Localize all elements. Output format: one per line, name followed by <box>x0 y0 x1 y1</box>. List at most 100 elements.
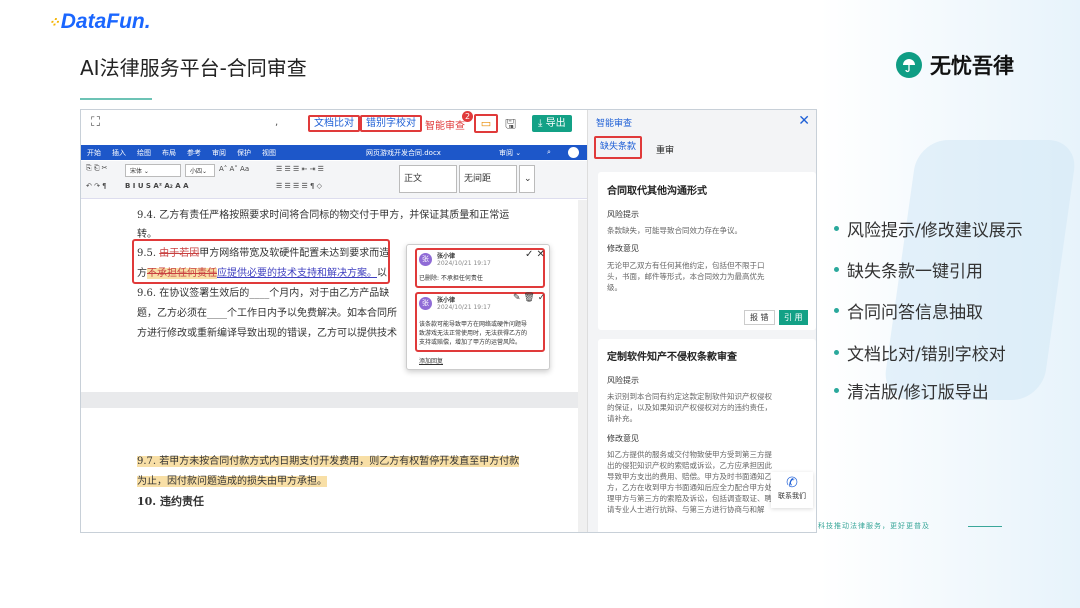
advice-label: 修改意见 <box>607 434 639 443</box>
tab-layout[interactable]: 布局 <box>162 148 176 158</box>
bullet-icon <box>834 267 839 272</box>
separator: , <box>275 117 279 128</box>
logo-text: DataFun. <box>60 10 151 33</box>
document-name: 网页游戏开发合同.docx <box>366 148 441 157</box>
bullet-icon <box>834 308 839 313</box>
comment-popup: 张 张小律 2024/10/21 19:17 ✓ ✕ 已删除: 不承担任何责任 … <box>406 244 550 370</box>
card-title: 合同取代其他沟通形式 <box>607 186 707 197</box>
page-title: AI法律服务平台-合同审查 <box>80 56 307 80</box>
undo-redo-icons[interactable]: ↶ ↷ ¶ <box>86 182 107 190</box>
font-select[interactable]: 宋体 ⌄ <box>125 164 181 177</box>
comment-text: 该条款可能导致甲方在网络或硬件问题导 <box>419 321 528 328</box>
font-size-icons[interactable]: A˄ A˅ Aa <box>219 165 249 173</box>
section-heading: 10. 违约责任 <box>137 495 204 508</box>
bullet-icon <box>834 350 839 355</box>
word-menu-bar: 开始 插入 绘图 布局 参考 审阅 保护 视图 网页游戏开发合同.docx 审阅… <box>81 145 587 160</box>
scrollbar[interactable] <box>578 200 587 532</box>
contact-us-button[interactable]: ✆ 联系我们 <box>771 472 813 508</box>
styles-expand-icon[interactable]: ⌄ <box>519 165 535 193</box>
risk-text: 未识别到本合同有约定这款定制软件知识产权侵权 <box>607 392 772 401</box>
advice-text: 级。 <box>607 283 622 292</box>
word-ribbon: ⎘ ⎗ ✂ ↶ ↷ ¶ 宋体 ⌄ 小四⌄ A˄ A˅ Aa B I U S A²… <box>81 161 587 199</box>
app-screenshot: ⛶ , 文档比对 错别字校对 智能审查 2 ▭ 🖫 ⤓ 导出 开始 插入 绘图 … <box>80 109 817 533</box>
advice-text: 出的侵犯知识产权的索赔或诉讼，乙方应承担因此 <box>607 461 772 470</box>
highlighted-text: 9.7. 若甲方未按合同付款方式内日期支付开发费用，则乙方有权暂停开发直至甲方付… <box>137 456 520 467</box>
doc-line: 为止，因付款问题造成的损失由甲方承担。 <box>137 472 327 487</box>
align-icons[interactable]: ☰ ☰ ☰ ☰ ¶ ◇ <box>276 182 322 190</box>
advice-text: 头，书面，邮件等形式，本合同效力为最高优先 <box>607 272 765 281</box>
advice-text: 无论甲乙双方有任何其他约定，包括但不限于口 <box>607 261 765 270</box>
risk-text: 请补充。 <box>607 414 637 423</box>
search-icon[interactable]: ⌕ <box>547 148 551 157</box>
brand-name: 无忧吾律 <box>930 54 1014 78</box>
cite-button[interactable]: 引 用 <box>779 310 808 325</box>
add-reply-link[interactable]: 添加回复 <box>419 356 443 365</box>
export-label: 导出 <box>545 118 566 129</box>
account-icon[interactable] <box>568 147 579 158</box>
style-no-spacing[interactable]: 无间距 <box>459 165 517 193</box>
comment-user: 张小律 <box>437 297 456 304</box>
export-button[interactable]: ⤓ 导出 <box>532 115 572 132</box>
font-size-select[interactable]: 小四⌄ <box>185 164 215 177</box>
clipboard-icons[interactable]: ⎘ ⎗ ✂ <box>86 164 108 173</box>
logo-dots-icon: ⁘ <box>48 13 60 30</box>
review-menu[interactable]: 审阅 ⌄ <box>499 148 521 158</box>
comment-text: 致游戏无法正常使用时，无法获得乙方的 <box>419 330 528 337</box>
risk-text: 的保证，以及如果知识产权侵权对方的违约责任， <box>607 403 772 412</box>
slogan: 科技推动法律服务，更好更普及 <box>818 522 930 530</box>
list-icons[interactable]: ☰ ☰ ☰ ⇤ ⇥ ☰ <box>276 165 324 173</box>
doc-line: 9.7. 若甲方未按合同付款方式内日期支付开发费用，则乙方有权暂停开发直至甲方付… <box>137 452 520 467</box>
phone-icon: ✆ <box>786 475 798 491</box>
compare-button[interactable]: 文档比对 <box>308 115 360 132</box>
clause-card: 合同取代其他沟通形式 风险提示 条款缺失，可能导致合同效力存在争议。 修改意见 … <box>598 172 816 330</box>
comment-time: 2024/10/21 19:17 <box>437 260 491 267</box>
slogan-line <box>968 526 1002 527</box>
page-gap <box>81 392 578 408</box>
risk-text: 条款缺失，可能导致合同效力存在争议。 <box>607 226 742 235</box>
top-toolbar: ⛶ , 文档比对 错别字校对 智能审查 2 ▭ 🖫 ⤓ 导出 <box>81 110 587 136</box>
doc-line: 转。 <box>137 229 157 240</box>
comment-time: 2024/10/21 19:17 <box>437 304 491 311</box>
risk-label: 风险提示 <box>607 210 639 219</box>
tab-protect[interactable]: 保护 <box>237 148 251 158</box>
feature-item: 清洁版/修订版导出 <box>834 378 989 403</box>
format-icons[interactable]: B I U S A² A₂ A A <box>125 182 189 190</box>
report-error-button[interactable]: 报 错 <box>744 310 775 325</box>
font-size-value: 小四 <box>190 168 203 175</box>
tab-missing-clauses[interactable]: 缺失条款 <box>594 136 643 159</box>
risk-label: 风险提示 <box>607 376 639 385</box>
tab-draw[interactable]: 绘图 <box>137 148 151 158</box>
feature-text: 清洁版/修订版导出 <box>847 383 989 403</box>
typo-check-button[interactable]: 错别字校对 <box>360 115 422 132</box>
card-title: 定制软件知产不侵权条款审查 <box>607 352 737 363</box>
save-icon[interactable]: 🖫 <box>505 115 516 137</box>
advice-label: 修改意见 <box>607 244 639 253</box>
avatar: 张 <box>419 253 432 266</box>
style-normal[interactable]: 正文 <box>399 165 457 193</box>
title-underline <box>80 98 152 100</box>
tab-rereview[interactable]: 重审 <box>656 143 674 156</box>
tab-view[interactable]: 视图 <box>262 148 276 158</box>
close-icon[interactable]: ✕ <box>798 113 810 129</box>
feature-text: 合同问答信息抽取 <box>847 303 983 323</box>
panel-title: 智能审查 <box>596 119 633 129</box>
comment-text: 支持或赔偿，增加了甲方的运营风险。 <box>419 339 522 346</box>
review-panel: 智能审查 ✕ 缺失条款 重审 合同取代其他沟通形式 风险提示 条款缺失，可能导致… <box>587 110 816 532</box>
highlighted-text: 为止，因付款问题造成的损失由甲方承担。 <box>137 476 327 487</box>
tab-references[interactable]: 参考 <box>187 148 201 158</box>
edit-delete-accept-icons[interactable]: ✎ 🗑 ✓ <box>513 293 545 303</box>
accept-icon[interactable]: ✓ ✕ <box>525 249 545 260</box>
tab-home[interactable]: 开始 <box>87 148 101 158</box>
font-value: 宋体 <box>130 168 143 175</box>
doc-line: 9.6. 在协议签署生效后的____个月内，对于由乙方产品缺 <box>137 288 390 299</box>
comment-icon[interactable]: ▭ <box>474 114 498 133</box>
expand-icon[interactable]: ⛶ <box>91 115 100 130</box>
smart-review-button[interactable]: 智能审查 <box>425 117 465 132</box>
feature-item: 风险提示/修改建议展示 <box>834 216 1023 241</box>
feature-text: 风险提示/修改建议展示 <box>847 221 1023 241</box>
umbrella-icon <box>896 52 922 78</box>
feature-text: 文档比对/错别字校对 <box>847 345 1006 365</box>
comment-user: 张小律 <box>437 253 456 260</box>
tab-review[interactable]: 审阅 <box>212 148 226 158</box>
tab-insert[interactable]: 插入 <box>112 148 126 158</box>
